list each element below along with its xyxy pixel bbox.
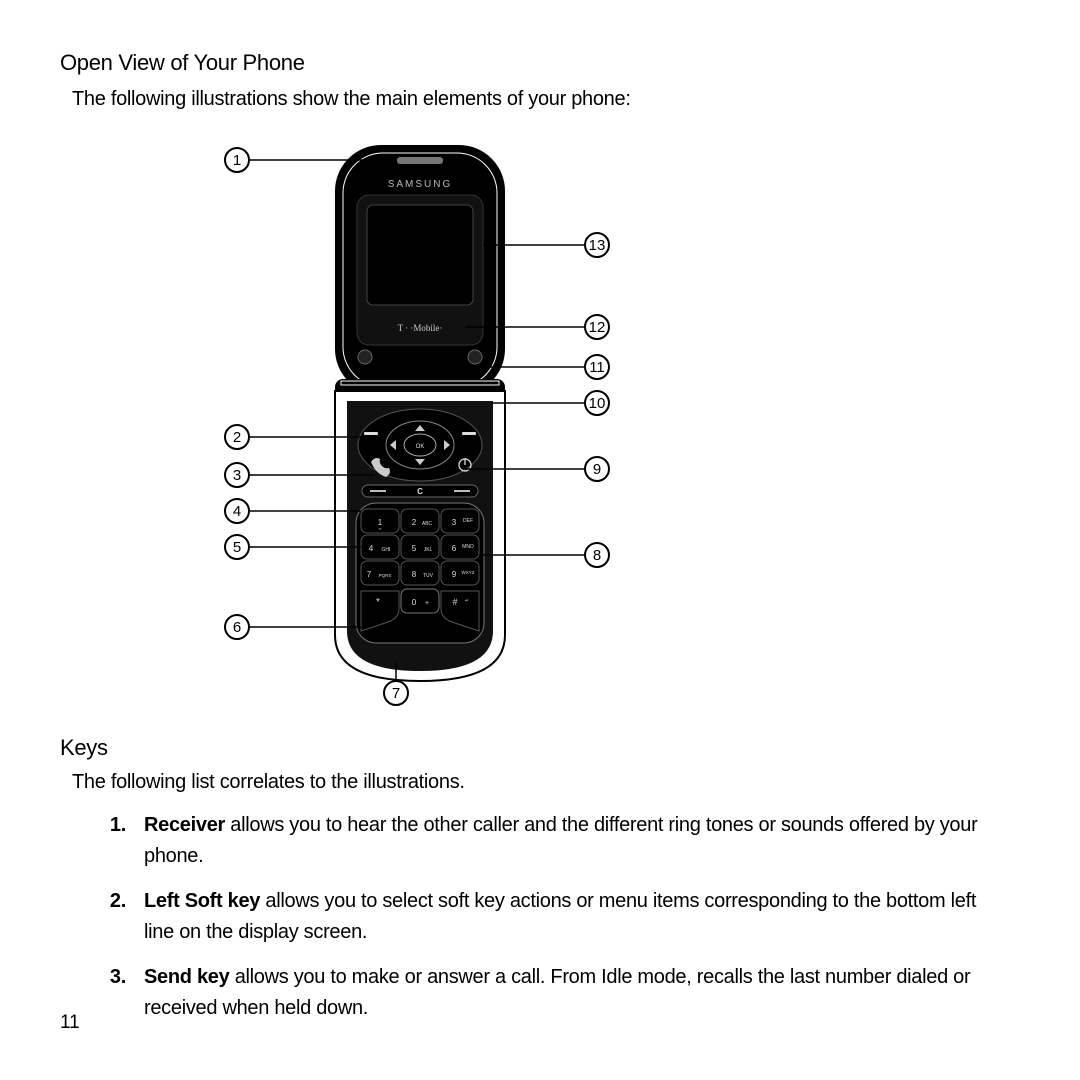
phone-bottom-body: OK C [335,391,505,681]
svg-text:*: * [376,597,380,608]
section-title-open-view: Open View of Your Phone [60,50,1020,76]
list-item-desc: Send key allows you to make or answer a … [144,962,1008,1024]
ok-key-label: OK [416,444,425,450]
keys-list: 1. Receiver allows you to hear the other… [60,810,1020,1024]
svg-text:MNO: MNO [462,544,474,550]
intro-open-view: The following illustrations show the mai… [72,88,1020,111]
phone-carrier-label: T · ·Mobile· [398,323,443,333]
svg-text:DEF: DEF [463,518,473,524]
svg-text:9: 9 [452,570,457,579]
svg-text:4: 4 [233,503,241,520]
svg-text:#: # [452,597,457,607]
clear-key-label: C [417,487,423,496]
svg-text:12: 12 [589,319,606,336]
list-item: 1. Receiver allows you to hear the other… [90,810,1008,872]
svg-text:8: 8 [593,547,601,564]
intro-keys: The following list correlates to the ill… [72,771,1020,794]
svg-text:JKL: JKL [424,547,433,553]
svg-text:2: 2 [412,518,417,527]
svg-text:10: 10 [589,395,606,412]
svg-text:2: 2 [233,429,241,446]
svg-text:13: 13 [589,237,606,254]
list-item: 3. Send key allows you to make or answer… [90,962,1008,1024]
list-item-number: 2. [90,886,144,948]
svg-text:+: + [425,600,429,607]
svg-text:7: 7 [367,570,372,579]
phone-diagram: SAMSUNG T · ·Mobile· [165,135,645,715]
svg-text:11: 11 [589,359,605,376]
page-number: 11 [60,1012,80,1034]
svg-text:3: 3 [233,467,241,484]
svg-text:↵: ↵ [465,598,469,604]
svg-text:5: 5 [233,539,241,556]
svg-text:8: 8 [412,570,417,579]
list-item-desc: Left Soft key allows you to select soft … [144,886,1008,948]
svg-text:TUV: TUV [423,573,434,579]
svg-text:4: 4 [369,544,374,553]
svg-text:6: 6 [452,544,457,553]
svg-text:3: 3 [452,518,457,527]
list-item: 2. Left Soft key allows you to select so… [90,886,1008,948]
phone-top-flip: SAMSUNG T · ·Mobile· [335,145,505,395]
svg-text:GHI: GHI [382,547,391,553]
list-item-desc: Receiver allows you to hear the other ca… [144,810,1008,872]
svg-text:WXYZ: WXYZ [462,570,475,575]
svg-text:5: 5 [412,544,417,553]
svg-text:0: 0 [412,598,417,607]
svg-text:ABC: ABC [422,521,433,527]
svg-text:1: 1 [233,152,241,169]
phone-diagram-wrap: SAMSUNG T · ·Mobile· [60,135,1020,715]
svg-text:6: 6 [233,619,241,636]
svg-text:9: 9 [593,461,601,478]
section-title-keys: Keys [60,735,1020,761]
list-item-number: 1. [90,810,144,872]
svg-text:PQRS: PQRS [379,573,392,578]
svg-text:∞: ∞ [379,526,382,531]
phone-brand-label: SAMSUNG [388,179,453,190]
list-item-number: 3. [90,962,144,1024]
svg-text:7: 7 [392,685,400,702]
